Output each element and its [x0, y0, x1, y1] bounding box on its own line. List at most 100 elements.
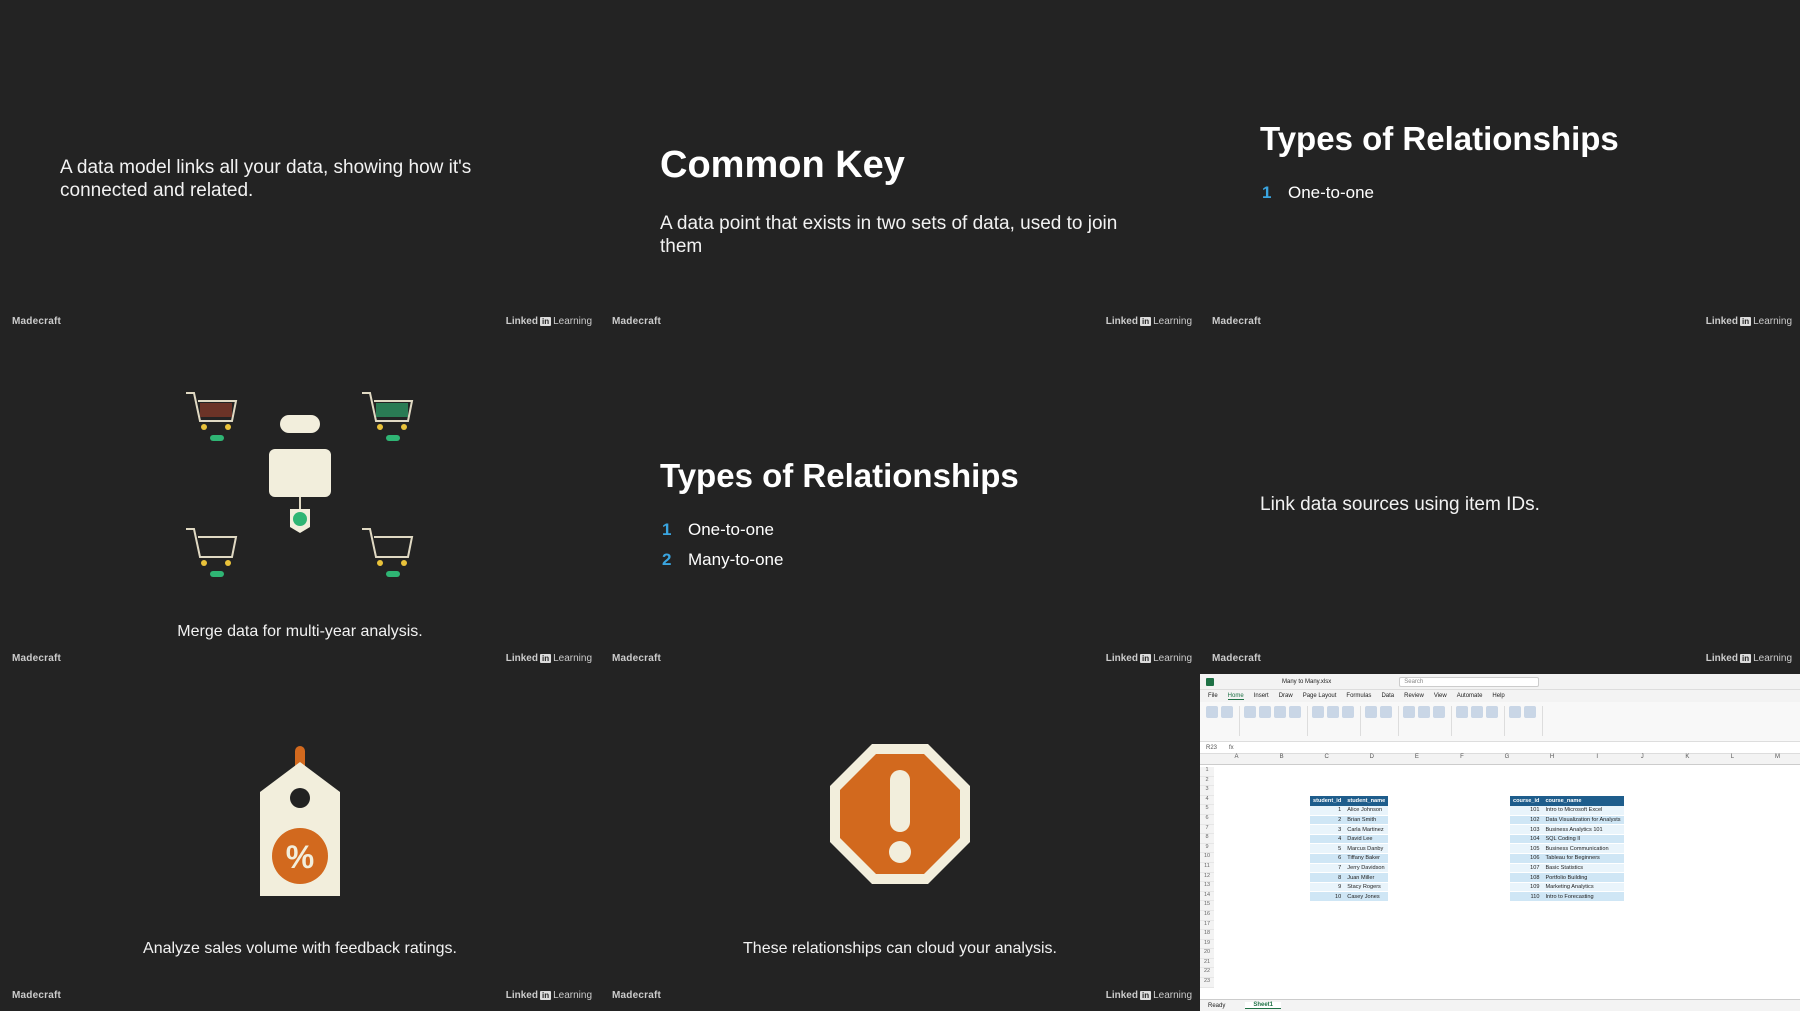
table-cell[interactable]: Stacy Rogers: [1344, 882, 1389, 893]
table-cell[interactable]: 105: [1510, 843, 1543, 855]
align-icon[interactable]: [1312, 706, 1324, 718]
cell-styles-icon[interactable]: [1433, 706, 1445, 718]
delete-icon[interactable]: [1471, 706, 1483, 718]
table-row[interactable]: 110 Intro to Forecasting: [1510, 891, 1624, 903]
percent-icon[interactable]: [1380, 706, 1392, 718]
row-header[interactable]: 19: [1200, 939, 1214, 950]
row-header[interactable]: 5: [1200, 805, 1214, 815]
table-cell[interactable]: Casey Jones: [1344, 891, 1389, 903]
number-format-icon[interactable]: [1365, 706, 1377, 718]
column-header[interactable]: L: [1710, 754, 1755, 764]
table-cell[interactable]: 102: [1510, 815, 1543, 826]
row-header[interactable]: 11: [1200, 862, 1214, 873]
row-header[interactable]: 22: [1200, 968, 1214, 979]
table-cell[interactable]: 9: [1310, 882, 1345, 893]
autosum-icon[interactable]: [1509, 706, 1521, 718]
table-cell[interactable]: 104: [1510, 834, 1543, 845]
formula-bar[interactable]: R23 fx: [1200, 742, 1800, 754]
table-row[interactable]: 107 Basic Statistics: [1510, 863, 1624, 874]
row-header[interactable]: 10: [1200, 853, 1214, 863]
conditional-formatting-icon[interactable]: [1403, 706, 1415, 718]
font-color-icon[interactable]: [1289, 706, 1301, 718]
row-header[interactable]: 3: [1200, 786, 1214, 796]
row-header[interactable]: 15: [1200, 901, 1214, 911]
tile-data-model[interactable]: A data model links all your data, showin…: [0, 0, 600, 337]
search-input[interactable]: Search: [1399, 676, 1540, 687]
table-cell[interactable]: Brian Smith: [1344, 815, 1389, 826]
table-cell[interactable]: 110: [1510, 891, 1543, 903]
row-header[interactable]: 9: [1200, 843, 1214, 854]
tile-common-key[interactable]: Common Key A data point that exists in t…: [600, 0, 1200, 337]
table-row[interactable]: 7 Jerry Davidson: [1310, 863, 1389, 874]
row-header[interactable]: 20: [1200, 949, 1214, 959]
column-header[interactable]: C: [1304, 754, 1349, 764]
table-cell[interactable]: Data Visualization for Analysts: [1542, 815, 1624, 826]
sheet-tab[interactable]: Sheet1: [1245, 1002, 1282, 1009]
italic-icon[interactable]: [1259, 706, 1271, 718]
table-cell[interactable]: 109: [1510, 882, 1543, 893]
tile-types-two[interactable]: Types of Relationships 1 One-to-one 2 Many…: [600, 337, 1200, 674]
table-row[interactable]: 106 Tableau for Beginners: [1510, 853, 1624, 864]
row-header[interactable]: 17: [1200, 920, 1214, 931]
table-row[interactable]: 103 Business Analytics 101: [1510, 824, 1624, 835]
find-icon[interactable]: [1524, 706, 1536, 718]
row-header[interactable]: 14: [1200, 891, 1214, 902]
tab-review[interactable]: Review: [1404, 693, 1424, 699]
table-row[interactable]: 4 David Lee: [1310, 834, 1389, 845]
table-cell[interactable]: 1: [1310, 805, 1345, 816]
table-cell[interactable]: 10: [1310, 891, 1345, 903]
row-header[interactable]: 16: [1200, 910, 1214, 921]
tab-draw[interactable]: Draw: [1279, 693, 1293, 699]
table-row[interactable]: 109 Marketing Analytics: [1510, 882, 1624, 893]
table-row[interactable]: 10 Casey Jones: [1310, 891, 1389, 903]
table-row[interactable]: 6 Tiffany Baker: [1310, 853, 1389, 864]
table-cell[interactable]: Basic Statistics: [1542, 863, 1624, 874]
table-cell[interactable]: Intro to Microsoft Excel: [1542, 805, 1624, 816]
table-cell[interactable]: 108: [1510, 872, 1543, 883]
table-row[interactable]: 5 Marcus Danby: [1310, 843, 1389, 855]
table-cell[interactable]: 101: [1510, 805, 1543, 816]
bold-icon[interactable]: [1244, 706, 1256, 718]
row-header[interactable]: 2: [1200, 776, 1214, 787]
row-header[interactable]: 21: [1200, 958, 1214, 969]
tile-cloud[interactable]: These relationships can cloud your analy…: [600, 674, 1200, 1011]
table-cell[interactable]: Business Analytics 101: [1542, 824, 1624, 835]
format-icon[interactable]: [1486, 706, 1498, 718]
row-header[interactable]: 13: [1200, 882, 1214, 892]
table-row[interactable]: 1 Alice Johnson: [1310, 805, 1389, 816]
table-cell[interactable]: Tiffany Baker: [1344, 853, 1389, 864]
format-table-icon[interactable]: [1418, 706, 1430, 718]
table-cell[interactable]: 7: [1310, 863, 1345, 874]
table-row[interactable]: 102 Data Visualization for Analysts: [1510, 815, 1624, 826]
table-cell[interactable]: 2: [1310, 815, 1345, 826]
cut-icon[interactable]: [1221, 706, 1233, 718]
row-header[interactable]: 6: [1200, 814, 1214, 825]
table-cell[interactable]: David Lee: [1344, 834, 1389, 845]
tab-home[interactable]: Home: [1227, 693, 1244, 700]
insert-icon[interactable]: [1456, 706, 1468, 718]
row-header[interactable]: 23: [1200, 978, 1214, 988]
courses-table[interactable]: course_id course_name 101 Intro to Microso…: [1510, 796, 1624, 903]
column-header[interactable]: B: [1259, 754, 1304, 764]
table-cell[interactable]: 3: [1310, 824, 1345, 835]
row-header[interactable]: 4: [1200, 795, 1214, 806]
excel-window[interactable]: Many to Many.xlsx Search File Home Inser…: [1200, 674, 1800, 1011]
table-row[interactable]: 104 SQL Coding II: [1510, 834, 1624, 845]
table-row[interactable]: 105 Business Communication: [1510, 843, 1624, 855]
column-header[interactable]: G: [1484, 754, 1529, 764]
table-row[interactable]: 9 Stacy Rogers: [1310, 882, 1389, 893]
column-header[interactable]: H: [1530, 754, 1575, 764]
table-row[interactable]: 2 Brian Smith: [1310, 815, 1389, 826]
tab-data[interactable]: Data: [1381, 693, 1394, 699]
table-row[interactable]: 101 Intro to Microsoft Excel: [1510, 805, 1624, 816]
column-header[interactable]: E: [1394, 754, 1439, 764]
column-header[interactable]: K: [1665, 754, 1710, 764]
column-header[interactable]: A: [1214, 754, 1259, 764]
tab-page-layout[interactable]: Page Layout: [1303, 693, 1337, 699]
column-header[interactable]: student_id: [1310, 796, 1345, 806]
tab-automate[interactable]: Automate: [1457, 693, 1483, 699]
table-row[interactable]: 8 Juan Miller: [1310, 872, 1389, 883]
table-row[interactable]: 108 Portfolio Building: [1510, 872, 1624, 883]
column-header[interactable]: course_name: [1542, 796, 1624, 806]
table-cell[interactable]: Portfolio Building: [1542, 872, 1624, 883]
